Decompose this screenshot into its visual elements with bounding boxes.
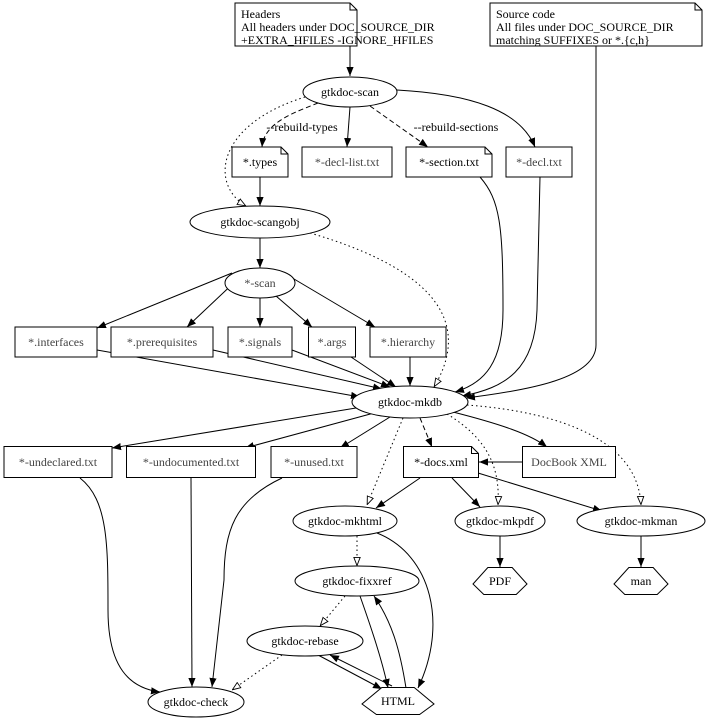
node-label: gtkdoc-mkman xyxy=(605,514,678,528)
node-hierarchy: *.hierarchy xyxy=(369,326,447,358)
edge-section-to-mkdb xyxy=(454,176,504,393)
node-label: *-unused.txt xyxy=(284,455,344,469)
edge-mkdb-to-docs xyxy=(419,417,433,448)
note-line: All files under DOC_SOURCE_DIR xyxy=(496,20,674,34)
node-scan-prog: *-scan xyxy=(224,267,296,299)
edge-scangobj-to-mkdb xyxy=(309,232,449,387)
node-args: *.args xyxy=(308,326,356,358)
node-label: *-undocumented.txt xyxy=(143,455,240,469)
node-label: man xyxy=(631,574,652,588)
edge-scan-to-hierarchy xyxy=(288,275,376,328)
node-decl: *-decl.txt xyxy=(505,146,573,178)
node-scangobj: gtkdoc-scangobj xyxy=(189,205,331,239)
note-line: +EXTRA_HFILES -IGNORE_HFILES xyxy=(241,33,433,47)
edge-fixxref-to-rebase xyxy=(320,595,346,626)
edge-html-to-fixxref xyxy=(373,595,407,689)
node-pdf: PDF xyxy=(472,567,528,595)
edge-decl-to-mkdb xyxy=(461,176,541,398)
node-label: gtkdoc-fixxref xyxy=(322,574,391,588)
node-label: PDF xyxy=(489,574,511,588)
node-headers-note: HeadersAll headers under DOC_SOURCE_DIR+… xyxy=(234,2,435,47)
node-mkman: gtkdoc-mkman xyxy=(576,505,706,537)
edge-undeclared-to-check xyxy=(79,477,161,695)
edge-unused-to-check xyxy=(209,477,283,688)
node-prerequisites: *.prerequisites xyxy=(110,326,214,358)
node-label: gtkdoc-scangobj xyxy=(220,215,299,229)
node-label: *-decl.txt xyxy=(516,155,562,169)
node-label: gtkdoc-rebase xyxy=(271,634,338,648)
node-label: gtkdoc-scan xyxy=(321,85,379,99)
node-undocumented: *-undocumented.txt xyxy=(126,446,256,478)
edge-args-to-mkdb xyxy=(350,356,397,388)
gtkdoc-flow-diagram: --rebuild-types --rebuild-sections gtkdoc… xyxy=(3,2,706,718)
nodes: gtkdoc-scan *.types *-decl-list.txt *-secti… xyxy=(3,2,706,718)
note-line: All headers under DOC_SOURCE_DIR xyxy=(241,20,435,34)
node-fixxref: gtkdoc-fixxref xyxy=(294,565,420,597)
node-man: man xyxy=(613,567,669,595)
edge-docs-to-mkman xyxy=(477,472,603,512)
edge-mkhtml-to-html xyxy=(376,532,434,689)
node-label: *.prerequisites xyxy=(127,335,198,349)
edge-mkdb-to-docbook xyxy=(452,411,548,448)
edge-label-rebuild-types: --rebuild-types xyxy=(266,120,338,134)
node-label: *.args xyxy=(318,335,347,349)
node-scan: gtkdoc-scan xyxy=(302,76,398,108)
edge-scan-to-interfaces xyxy=(96,272,233,329)
node-docbook: DocBook XML xyxy=(522,446,616,478)
node-html: HTML xyxy=(361,687,435,715)
node-label: gtkdoc-mkdb xyxy=(378,395,442,409)
node-interfaces: *.interfaces xyxy=(14,326,98,358)
edge-scan-to-args xyxy=(275,295,313,328)
node-label: gtkdoc-check xyxy=(164,695,229,709)
node-rebase: gtkdoc-rebase xyxy=(246,625,364,657)
node-label: *-section.txt xyxy=(419,155,479,169)
edge-mkdb-to-mkhtml xyxy=(366,417,404,505)
node-section: *-section.txt xyxy=(405,146,493,178)
node-source-note: Source codeAll files under DOC_SOURCE_DI… xyxy=(489,2,703,47)
node-label: HTML xyxy=(381,694,415,708)
node-check: gtkdoc-check xyxy=(147,686,245,718)
node-label: gtkdoc-mkhtml xyxy=(308,514,383,528)
edge-html-to-rebase xyxy=(329,654,393,687)
node-mkpdf: gtkdoc-mkpdf xyxy=(454,505,546,537)
node-signals: *.signals xyxy=(227,326,293,358)
node-decl-list: *-decl-list.txt xyxy=(301,146,393,178)
node-label: *-docs.xml xyxy=(414,455,468,469)
node-mkhtml: gtkdoc-mkhtml xyxy=(292,505,398,537)
edge-rebase-to-html xyxy=(317,654,383,690)
node-label: *-decl-list.txt xyxy=(315,155,380,169)
edge-rebase-to-check xyxy=(232,654,283,690)
note-line: Source code xyxy=(496,7,555,21)
note-line: Headers xyxy=(241,7,281,21)
node-label: *-scan xyxy=(244,276,275,290)
node-label: *-undeclared.txt xyxy=(19,455,98,469)
edge-docs-to-mkhtml xyxy=(375,477,421,509)
node-undeclared: *-undeclared.txt xyxy=(3,446,113,478)
node-label: gtkdoc-mkpdf xyxy=(466,514,534,528)
edge-label-rebuild-sections: --rebuild-sections xyxy=(414,120,499,134)
node-label: *.interfaces xyxy=(28,335,84,349)
edge-docs-to-mkpdf xyxy=(451,477,481,508)
edge-scan-to-decl-list xyxy=(344,106,352,148)
edge-scan-to-decl xyxy=(396,89,536,148)
node-label: *.signals xyxy=(239,335,282,349)
node-label: *.types xyxy=(243,155,278,169)
edge-undocumented-to-check xyxy=(188,477,196,688)
node-mkdb: gtkdoc-mkdb xyxy=(351,385,469,419)
edge-mkdb-to-unused xyxy=(339,416,391,449)
node-types: *.types xyxy=(231,146,289,178)
node-unused: *-unused.txt xyxy=(270,446,358,478)
note-line: matching SUFFIXES or *.{c,h} xyxy=(496,33,650,47)
edge-mkdb-to-undocumented xyxy=(244,412,375,450)
node-docs: *-docs.xml xyxy=(403,446,479,478)
edge-fixxref-to-html xyxy=(359,595,390,689)
node-label: DocBook XML xyxy=(531,455,607,469)
node-label: *.hierarchy xyxy=(381,335,435,349)
